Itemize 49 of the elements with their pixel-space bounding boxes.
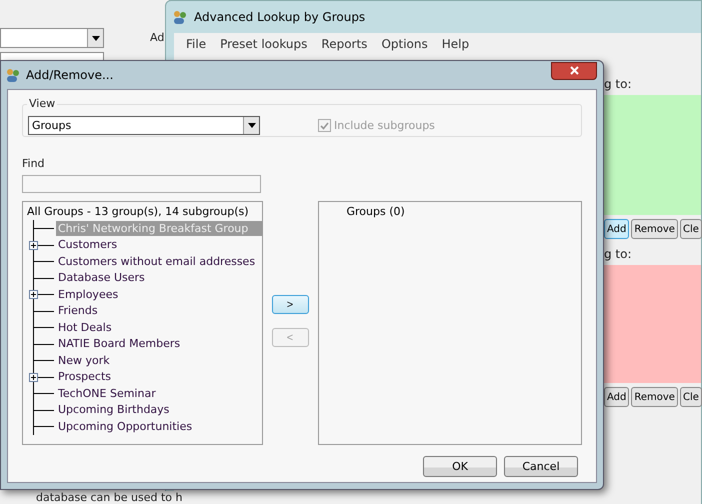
section-label: g to: bbox=[603, 246, 633, 263]
tree-item[interactable]: Friends bbox=[56, 303, 262, 318]
dropdown-arrow-icon bbox=[248, 123, 256, 128]
find-label: Find bbox=[22, 157, 46, 170]
dialog-button[interactable]: OK bbox=[423, 456, 497, 477]
menu-item[interactable]: Options bbox=[381, 37, 428, 51]
tree-item[interactable]: Prospects bbox=[56, 369, 262, 384]
close-icon bbox=[570, 66, 578, 75]
tree-item[interactable]: New york bbox=[56, 352, 262, 368]
close-button[interactable] bbox=[551, 62, 597, 80]
description-text: database can be used to h bbox=[36, 491, 184, 504]
list-header: Groups (0) bbox=[346, 205, 405, 220]
section-label: g to: bbox=[603, 76, 633, 93]
move-button[interactable]: > bbox=[272, 295, 308, 314]
tree-item[interactable]: Upcoming Opportunities bbox=[56, 418, 262, 434]
window-title: Advanced Lookup by Groups bbox=[194, 10, 366, 24]
tree-item[interactable]: Customers bbox=[56, 237, 262, 252]
find-field[interactable] bbox=[22, 175, 261, 193]
view-dropdown[interactable]: Groups bbox=[28, 116, 260, 135]
section-button[interactable]: Add bbox=[604, 387, 630, 407]
menu-item[interactable]: Help bbox=[442, 37, 470, 51]
menu-item[interactable]: Reports bbox=[321, 37, 368, 51]
dropdown[interactable] bbox=[0, 28, 104, 48]
tree-item[interactable]: Database Users bbox=[56, 270, 262, 286]
expand-icon[interactable] bbox=[29, 240, 38, 250]
section-button[interactable]: Cle bbox=[680, 219, 702, 239]
tree-item[interactable]: Customers without email addresses bbox=[56, 254, 262, 269]
checkmark-icon bbox=[320, 122, 329, 130]
section-button[interactable]: Remove bbox=[631, 387, 678, 407]
tree-header: All Groups - 13 group(s), 14 subgroup(s) bbox=[26, 205, 250, 220]
expand-icon[interactable] bbox=[29, 372, 38, 382]
field-label: Ad bbox=[150, 31, 164, 44]
expand-icon[interactable] bbox=[29, 290, 38, 299]
section-button[interactable]: Remove bbox=[631, 219, 678, 239]
tree-item[interactable]: Upcoming Birthdays bbox=[56, 402, 262, 418]
menu-item[interactable]: Preset lookups bbox=[220, 37, 308, 51]
people-search-icon bbox=[172, 9, 188, 25]
dropdown-arrow-icon bbox=[92, 36, 100, 40]
section-button[interactable]: Add bbox=[604, 219, 630, 239]
tree-item[interactable]: Employees bbox=[56, 286, 262, 302]
people-icon bbox=[5, 67, 21, 83]
section-button[interactable]: Cle bbox=[680, 387, 702, 407]
dialog-title: Add/Remove... bbox=[26, 68, 114, 82]
groupbox-label: View bbox=[27, 97, 58, 110]
tree-item[interactable]: NATIE Board Members bbox=[56, 336, 262, 352]
dialog-button[interactable]: Cancel bbox=[504, 456, 578, 477]
tree-item[interactable]: Hot Deals bbox=[56, 320, 262, 335]
tree-item[interactable]: TechONE Seminar bbox=[56, 386, 262, 401]
menu-item[interactable]: File bbox=[186, 37, 206, 51]
